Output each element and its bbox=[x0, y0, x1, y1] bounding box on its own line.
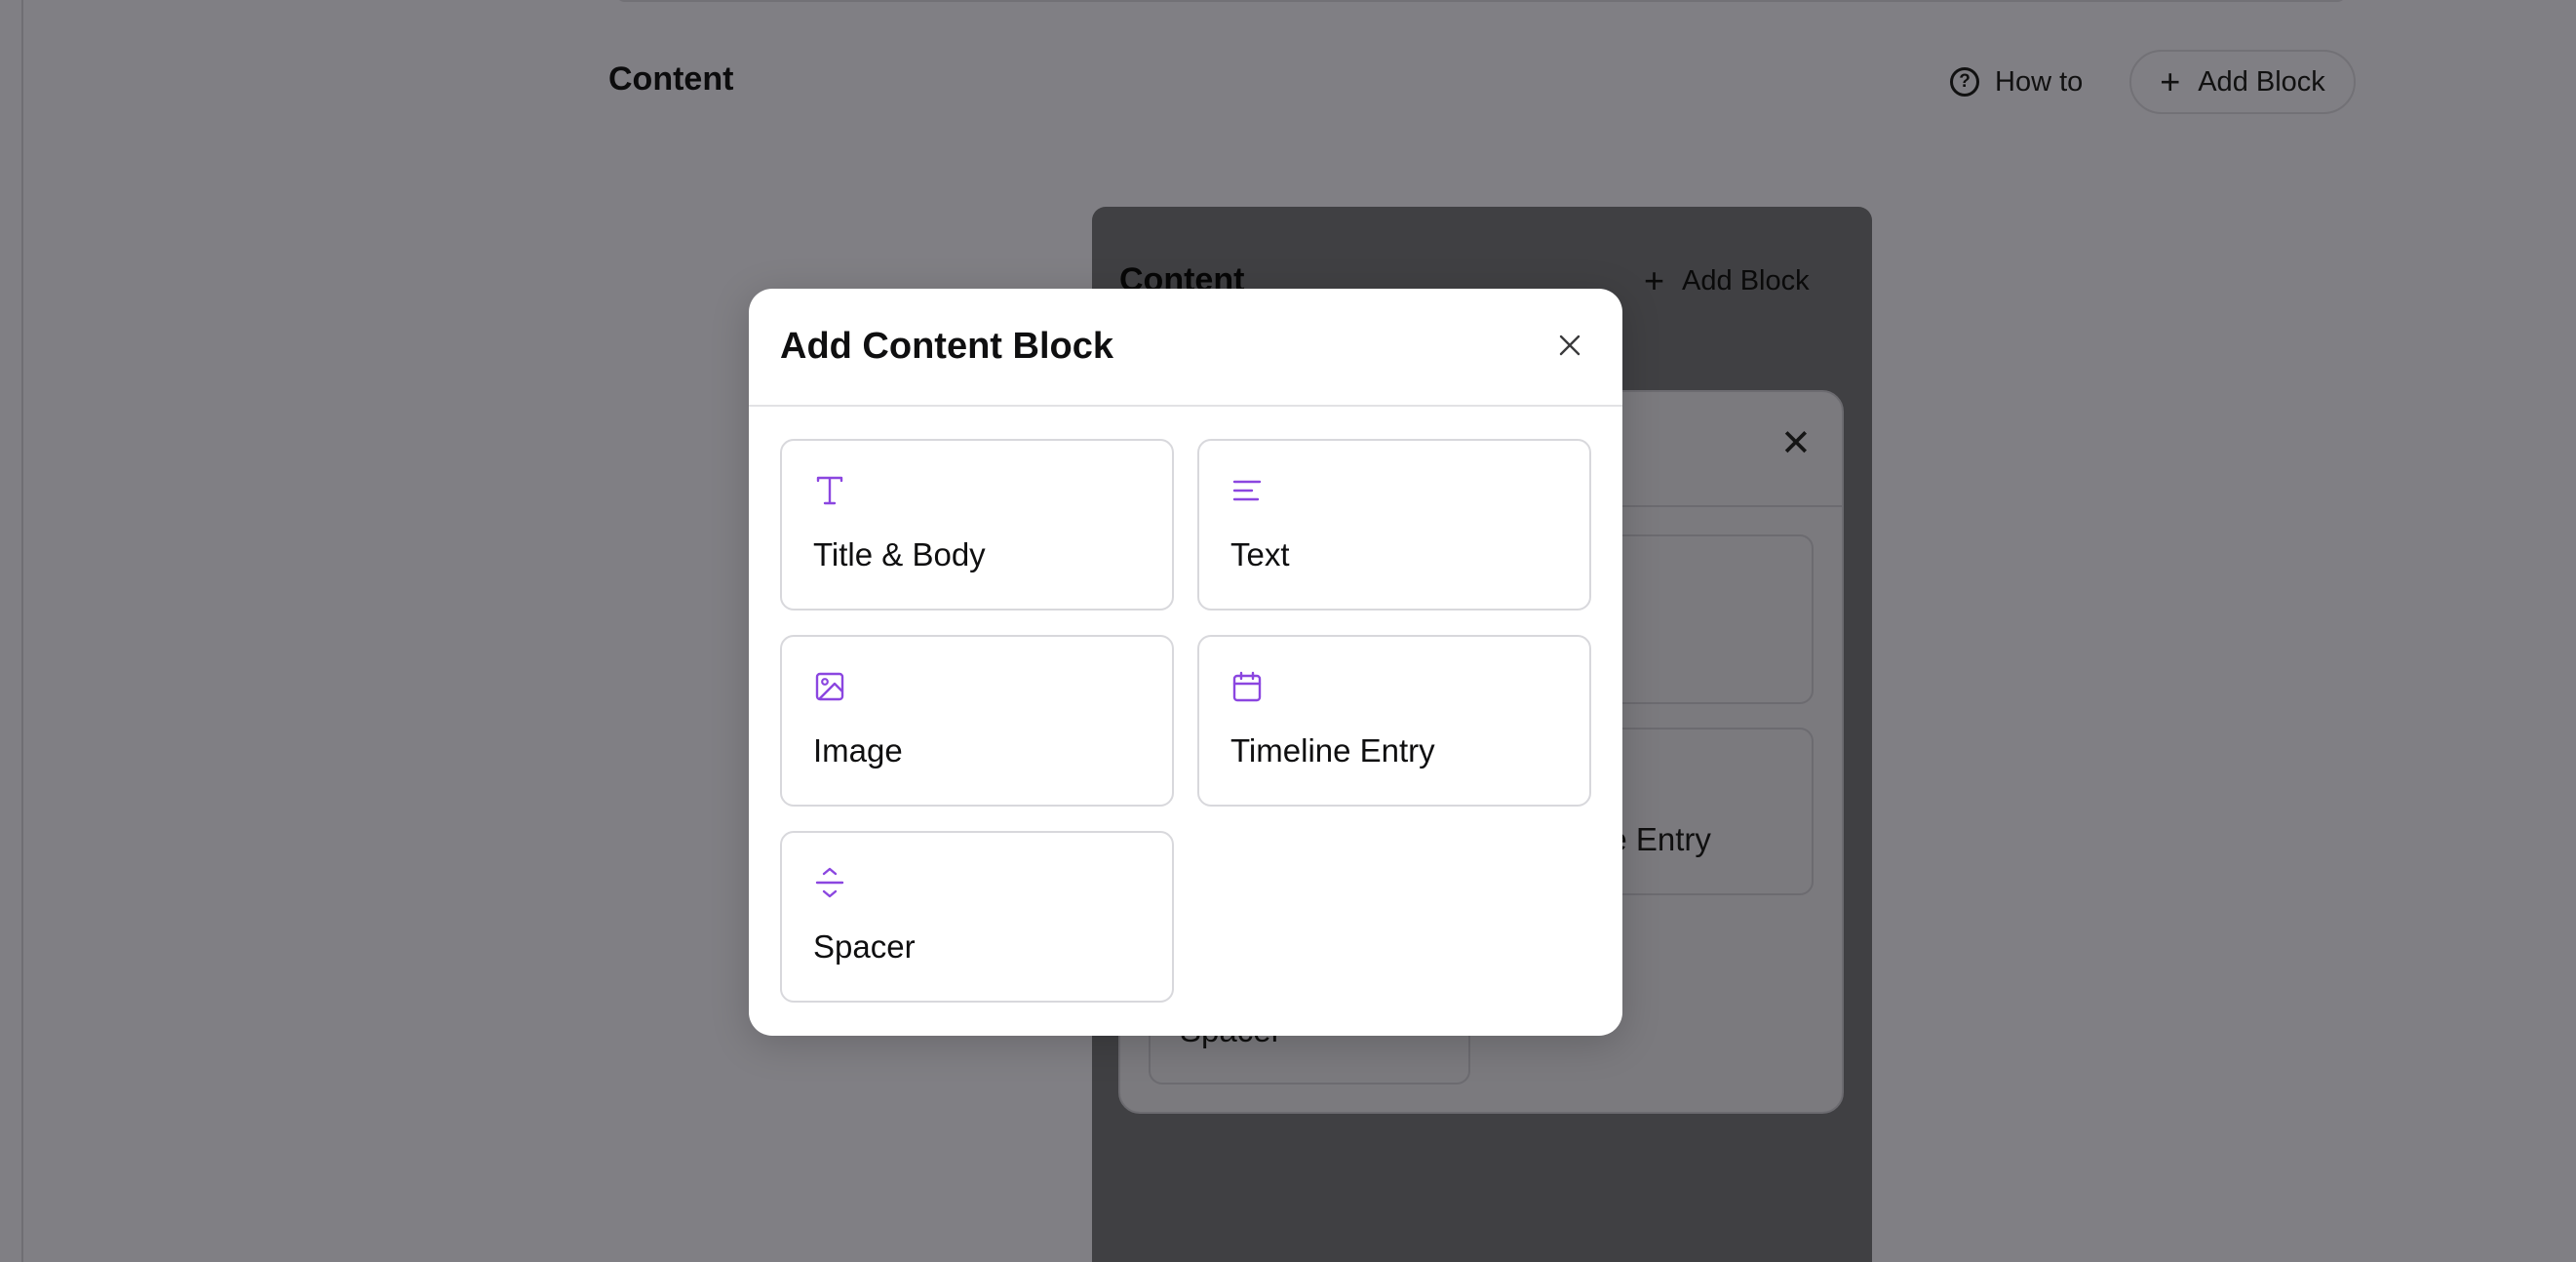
modal-divider bbox=[749, 405, 1622, 407]
block-option-image[interactable]: Image bbox=[780, 635, 1174, 807]
block-option-label: Title & Body bbox=[813, 536, 986, 572]
close-icon[interactable] bbox=[1552, 328, 1587, 363]
block-option-label: Timeline Entry bbox=[1230, 732, 1435, 769]
block-option-label: Image bbox=[813, 732, 903, 769]
preview-close-icon[interactable]: ✕ bbox=[1780, 425, 1812, 462]
left-rail bbox=[21, 0, 23, 1262]
block-option-spacer[interactable]: Spacer bbox=[780, 831, 1174, 1003]
previous-card-edge bbox=[615, 0, 2347, 2]
block-option-label: Spacer bbox=[813, 928, 916, 965]
block-option-title-body[interactable]: Title & Body bbox=[780, 439, 1174, 611]
help-circle-icon: ? bbox=[1950, 67, 1979, 97]
preview-add-block-button[interactable]: + Add Block bbox=[1644, 263, 1810, 298]
plus-icon: + bbox=[2160, 61, 2181, 101]
calendar-icon bbox=[1232, 671, 1262, 702]
align-left-icon bbox=[1232, 480, 1262, 501]
add-content-block-modal: Add Content Block Title & Body Text Imag… bbox=[749, 289, 1622, 1036]
add-block-label: Add Block bbox=[2198, 65, 2325, 98]
add-block-button[interactable]: + Add Block bbox=[2129, 50, 2356, 114]
block-option-label: Text bbox=[1230, 536, 1290, 572]
how-to-label: How to bbox=[1995, 65, 2084, 98]
image-icon bbox=[815, 672, 844, 701]
type-icon bbox=[816, 476, 843, 505]
modal-title: Add Content Block bbox=[780, 326, 1113, 367]
section-title: Content bbox=[608, 60, 734, 98]
plus-icon: + bbox=[1644, 260, 1665, 300]
block-option-text[interactable]: Text bbox=[1197, 439, 1591, 611]
preview-add-block-label: Add Block bbox=[1682, 264, 1810, 296]
how-to-button[interactable]: ? How to bbox=[1950, 62, 2083, 101]
spacer-icon bbox=[815, 867, 844, 898]
block-option-timeline-entry[interactable]: Timeline Entry bbox=[1197, 635, 1591, 807]
